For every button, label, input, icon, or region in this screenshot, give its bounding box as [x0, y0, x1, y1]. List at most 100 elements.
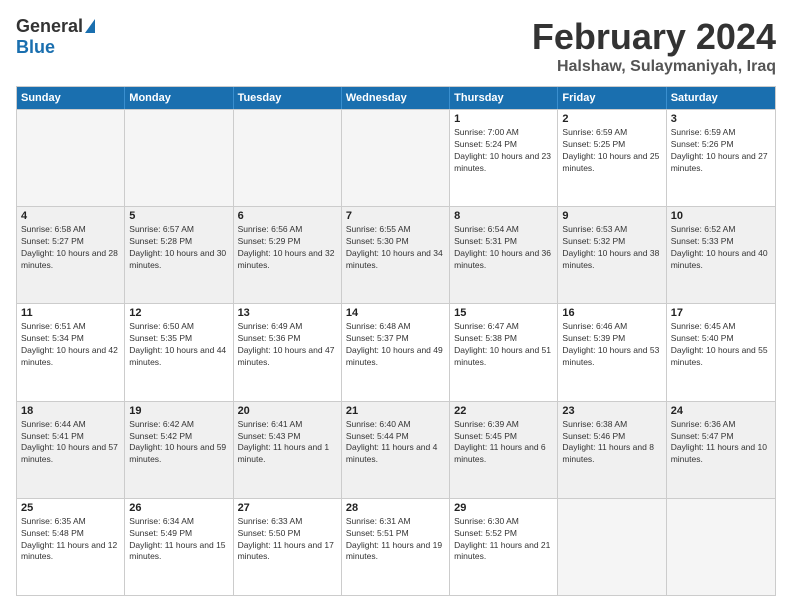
day-number: 19 [129, 405, 228, 417]
cell-info: Sunrise: 6:51 AMSunset: 5:34 PMDaylight:… [21, 321, 120, 369]
month-title: February 2024 [532, 16, 776, 58]
calendar-cell: 8 Sunrise: 6:54 AMSunset: 5:31 PMDaylight… [450, 207, 558, 303]
cell-info: Sunrise: 6:42 AMSunset: 5:42 PMDaylight:… [129, 419, 228, 467]
calendar-cell: 17 Sunrise: 6:45 AMSunset: 5:40 PMDayligh… [667, 304, 775, 400]
day-number: 6 [238, 210, 337, 222]
day-number: 1 [454, 113, 553, 125]
cell-info: Sunrise: 6:58 AMSunset: 5:27 PMDaylight:… [21, 224, 120, 272]
day-number: 5 [129, 210, 228, 222]
weekday-header: Sunday [17, 87, 125, 109]
cell-info: Sunrise: 6:45 AMSunset: 5:40 PMDaylight:… [671, 321, 771, 369]
cell-info: Sunrise: 6:39 AMSunset: 5:45 PMDaylight:… [454, 419, 553, 467]
cell-info: Sunrise: 6:30 AMSunset: 5:52 PMDaylight:… [454, 516, 553, 564]
calendar-cell: 27Sunrise: 6:33 AMSunset: 5:50 PMDayligh… [234, 499, 342, 595]
cell-info: Sunrise: 6:35 AMSunset: 5:48 PMDaylight:… [21, 516, 120, 564]
day-number: 7 [346, 210, 445, 222]
day-number: 18 [21, 405, 120, 417]
calendar-cell: 12 Sunrise: 6:50 AMSunset: 5:35 PMDayligh… [125, 304, 233, 400]
day-number: 4 [21, 210, 120, 222]
calendar-cell: 20Sunrise: 6:41 AMSunset: 5:43 PMDayligh… [234, 402, 342, 498]
weekday-header: Thursday [450, 87, 558, 109]
day-number: 16 [562, 307, 661, 319]
calendar-cell: 2 Sunrise: 6:59 AMSunset: 5:25 PMDaylight… [558, 110, 666, 206]
calendar-body: 1 Sunrise: 7:00 AMSunset: 5:24 PMDaylight… [17, 109, 775, 595]
calendar-cell: 23Sunrise: 6:38 AMSunset: 5:46 PMDayligh… [558, 402, 666, 498]
calendar-cell [342, 110, 450, 206]
page: General Blue February 2024 Halshaw, Sula… [0, 0, 792, 612]
day-number: 3 [671, 113, 771, 125]
cell-info: Sunrise: 6:40 AMSunset: 5:44 PMDaylight:… [346, 419, 445, 467]
day-number: 17 [671, 307, 771, 319]
calendar-cell: 19 Sunrise: 6:42 AMSunset: 5:42 PMDayligh… [125, 402, 233, 498]
calendar-cell [125, 110, 233, 206]
calendar-row: 1 Sunrise: 7:00 AMSunset: 5:24 PMDaylight… [17, 109, 775, 206]
calendar-cell: 24 Sunrise: 6:36 AMSunset: 5:47 PMDayligh… [667, 402, 775, 498]
calendar-cell: 11 Sunrise: 6:51 AMSunset: 5:34 PMDayligh… [17, 304, 125, 400]
calendar-cell: 28 Sunrise: 6:31 AMSunset: 5:51 PMDayligh… [342, 499, 450, 595]
weekday-header: Tuesday [234, 87, 342, 109]
cell-info: Sunrise: 6:36 AMSunset: 5:47 PMDaylight:… [671, 419, 771, 467]
calendar-cell: 6 Sunrise: 6:56 AMSunset: 5:29 PMDaylight… [234, 207, 342, 303]
calendar-row: 11 Sunrise: 6:51 AMSunset: 5:34 PMDayligh… [17, 303, 775, 400]
cell-info: Sunrise: 6:54 AMSunset: 5:31 PMDaylight:… [454, 224, 553, 272]
day-number: 21 [346, 405, 445, 417]
day-number: 15 [454, 307, 553, 319]
day-number: 11 [21, 307, 120, 319]
calendar-cell: 18 Sunrise: 6:44 AMSunset: 5:41 PMDayligh… [17, 402, 125, 498]
day-number: 8 [454, 210, 553, 222]
logo-general-text: General [16, 16, 83, 37]
day-number: 28 [346, 502, 445, 514]
logo-triangle-icon [85, 19, 95, 33]
cell-info: Sunrise: 6:44 AMSunset: 5:41 PMDaylight:… [21, 419, 120, 467]
cell-info: Sunrise: 6:47 AMSunset: 5:38 PMDaylight:… [454, 321, 553, 369]
day-number: 9 [562, 210, 661, 222]
calendar-cell: 29 Sunrise: 6:30 AMSunset: 5:52 PMDayligh… [450, 499, 558, 595]
day-number: 20 [238, 405, 337, 417]
day-number: 14 [346, 307, 445, 319]
cell-info: Sunrise: 6:57 AMSunset: 5:28 PMDaylight:… [129, 224, 228, 272]
calendar-cell: 10Sunrise: 6:52 AMSunset: 5:33 PMDayligh… [667, 207, 775, 303]
calendar-row: 4 Sunrise: 6:58 AMSunset: 5:27 PMDaylight… [17, 206, 775, 303]
calendar-header: SundayMondayTuesdayWednesdayThursdayFrid… [17, 87, 775, 109]
calendar-cell: 7Sunrise: 6:55 AMSunset: 5:30 PMDaylight… [342, 207, 450, 303]
day-number: 26 [129, 502, 228, 514]
location-title: Halshaw, Sulaymaniyah, Iraq [532, 58, 776, 76]
calendar-cell [558, 499, 666, 595]
day-number: 13 [238, 307, 337, 319]
calendar-cell: 25 Sunrise: 6:35 AMSunset: 5:48 PMDayligh… [17, 499, 125, 595]
cell-info: Sunrise: 7:00 AMSunset: 5:24 PMDaylight:… [454, 127, 553, 175]
cell-info: Sunrise: 6:31 AMSunset: 5:51 PMDaylight:… [346, 516, 445, 564]
calendar-cell: 14 Sunrise: 6:48 AMSunset: 5:37 PMDayligh… [342, 304, 450, 400]
cell-info: Sunrise: 6:59 AMSunset: 5:25 PMDaylight:… [562, 127, 661, 175]
calendar-cell: 13 Sunrise: 6:49 AMSunset: 5:36 PMDayligh… [234, 304, 342, 400]
cell-info: Sunrise: 6:52 AMSunset: 5:33 PMDaylight:… [671, 224, 771, 272]
calendar-cell: 3Sunrise: 6:59 AMSunset: 5:26 PMDaylight… [667, 110, 775, 206]
day-number: 29 [454, 502, 553, 514]
calendar-cell: 4 Sunrise: 6:58 AMSunset: 5:27 PMDaylight… [17, 207, 125, 303]
weekday-header: Friday [558, 87, 666, 109]
day-number: 22 [454, 405, 553, 417]
calendar-cell: 22 Sunrise: 6:39 AMSunset: 5:45 PMDayligh… [450, 402, 558, 498]
title-block: February 2024 Halshaw, Sulaymaniyah, Ira… [532, 16, 776, 76]
cell-info: Sunrise: 6:48 AMSunset: 5:37 PMDaylight:… [346, 321, 445, 369]
day-number: 2 [562, 113, 661, 125]
calendar-cell [234, 110, 342, 206]
logo: General Blue [16, 16, 95, 58]
calendar-row: 18 Sunrise: 6:44 AMSunset: 5:41 PMDayligh… [17, 401, 775, 498]
cell-info: Sunrise: 6:46 AMSunset: 5:39 PMDaylight:… [562, 321, 661, 369]
day-number: 12 [129, 307, 228, 319]
calendar-cell [667, 499, 775, 595]
day-number: 25 [21, 502, 120, 514]
calendar-row: 25 Sunrise: 6:35 AMSunset: 5:48 PMDayligh… [17, 498, 775, 595]
calendar-cell [17, 110, 125, 206]
cell-info: Sunrise: 6:53 AMSunset: 5:32 PMDaylight:… [562, 224, 661, 272]
cell-info: Sunrise: 6:56 AMSunset: 5:29 PMDaylight:… [238, 224, 337, 272]
calendar-cell: 5 Sunrise: 6:57 AMSunset: 5:28 PMDaylight… [125, 207, 233, 303]
cell-info: Sunrise: 6:50 AMSunset: 5:35 PMDaylight:… [129, 321, 228, 369]
calendar: SundayMondayTuesdayWednesdayThursdayFrid… [16, 86, 776, 596]
day-number: 24 [671, 405, 771, 417]
cell-info: Sunrise: 6:49 AMSunset: 5:36 PMDaylight:… [238, 321, 337, 369]
day-number: 27 [238, 502, 337, 514]
calendar-cell: 16 Sunrise: 6:46 AMSunset: 5:39 PMDayligh… [558, 304, 666, 400]
header: General Blue February 2024 Halshaw, Sula… [16, 16, 776, 76]
